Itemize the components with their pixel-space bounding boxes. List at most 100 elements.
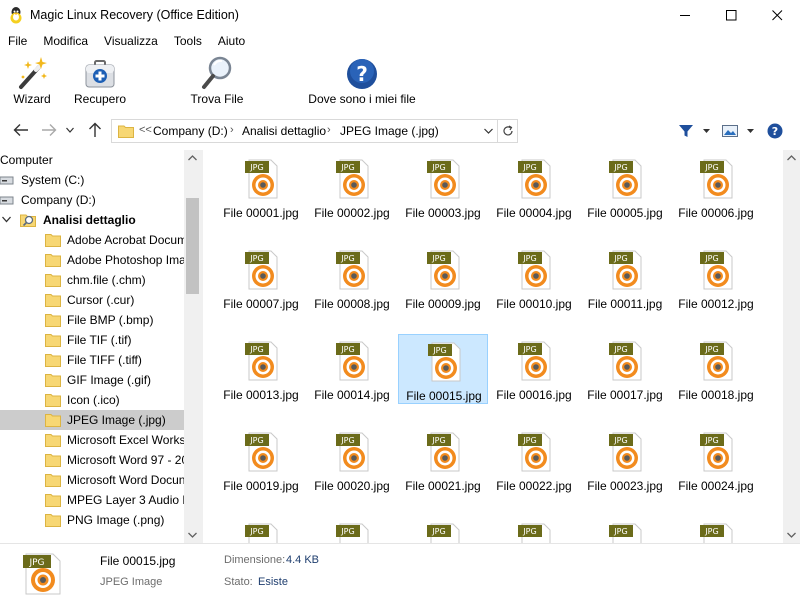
file-item[interactable]: JPG File 00023.jpg: [580, 425, 670, 495]
address-segment-jpeg[interactable]: JPEG Image (.jpg): [340, 124, 439, 138]
tree-item-folder[interactable]: Microsoft Word Docun: [0, 470, 185, 490]
recent-locations-button[interactable]: [61, 122, 79, 138]
view-mode-dropdown-button[interactable]: [744, 121, 756, 141]
tree-item-analisi-dettaglio[interactable]: Analisi dettaglio: [0, 210, 184, 230]
jpg-file-icon: JPG: [700, 341, 733, 381]
maximize-button[interactable]: [708, 0, 754, 31]
tree-item-company-drive[interactable]: Company (D:): [0, 190, 184, 210]
menu-file[interactable]: File: [0, 31, 35, 51]
chevron-down-icon[interactable]: [2, 216, 11, 223]
file-item[interactable]: JPG File 00019.jpg: [216, 425, 306, 495]
recupero-button[interactable]: Recupero: [74, 51, 126, 113]
address-bar[interactable]: << Company (D:) › Analisi dettaglio › JP…: [111, 119, 498, 143]
jpg-file-icon: JPG: [518, 341, 551, 381]
close-button[interactable]: [754, 0, 800, 31]
file-item[interactable]: JPG File 00001.jpg: [216, 152, 306, 222]
tree-item-folder[interactable]: File TIF (.tif): [0, 330, 184, 350]
tree-item-label: MPEG Layer 3 Audio F: [67, 493, 190, 507]
back-button[interactable]: [12, 122, 30, 138]
tree-item-computer[interactable]: Computer: [0, 150, 184, 170]
trova-file-button[interactable]: Trova File: [190, 51, 244, 113]
file-item[interactable]: JPG File 00008.jpg: [307, 243, 397, 313]
file-item[interactable]: JPG File 00006.jpg: [671, 152, 761, 222]
file-item[interactable]: JPG File 00011.jpg: [580, 243, 670, 313]
file-item[interactable]: JPG File 00024.jpg: [671, 425, 761, 495]
file-grid-scrollbar[interactable]: [783, 150, 800, 543]
filter-dropdown-button[interactable]: [700, 121, 712, 141]
address-segment-analisi[interactable]: Analisi dettaglio: [242, 124, 326, 138]
jpg-file-icon: JPG: [336, 341, 369, 381]
file-name: File 00022.jpg: [496, 479, 572, 493]
up-button[interactable]: [86, 122, 104, 138]
tree-item-folder[interactable]: Adobe Photoshop Ima: [0, 250, 186, 270]
file-item[interactable]: JPG File 00003.jpg: [398, 152, 488, 222]
file-item[interactable]: JPG File 00009.jpg: [398, 243, 488, 313]
filter-icon: [679, 125, 693, 137]
jpg-file-icon: JPG: [336, 432, 369, 472]
wizard-wand-icon: [19, 57, 47, 89]
menu-tools[interactable]: Tools: [166, 31, 210, 51]
tree-item-folder[interactable]: PNG Image (.png): [0, 510, 184, 530]
file-name: File 00024.jpg: [678, 479, 754, 493]
tree-item-folder[interactable]: MPEG Layer 3 Audio F: [0, 490, 190, 510]
file-item[interactable]: JPG File 00002.jpg: [307, 152, 397, 222]
tree-item-folder[interactable]: File TIFF (.tiff): [0, 350, 184, 370]
file-item[interactable]: JPG: [307, 516, 397, 543]
tree-item-folder[interactable]: chm.file (.chm): [0, 270, 184, 290]
address-overflow[interactable]: <<: [139, 124, 152, 136]
address-segment-company[interactable]: Company (D:): [153, 124, 228, 138]
file-item[interactable]: JPG: [398, 516, 488, 543]
menu-modifica[interactable]: Modifica: [35, 31, 96, 51]
refresh-button[interactable]: [498, 119, 518, 143]
file-item[interactable]: JPG File 00018.jpg: [671, 334, 761, 404]
tree-item-folder[interactable]: JPEG Image (.jpg): [0, 410, 184, 430]
tree-item-folder[interactable]: File BMP (.bmp): [0, 310, 184, 330]
scroll-up-icon[interactable]: [188, 155, 197, 161]
menu-visualizza[interactable]: Visualizza: [96, 31, 166, 51]
file-item[interactable]: JPG File 00005.jpg: [580, 152, 670, 222]
folder-icon: [45, 434, 61, 447]
file-item[interactable]: JPG: [580, 516, 670, 543]
forward-button[interactable]: [40, 122, 58, 138]
tree-item-folder[interactable]: Icon (.ico): [0, 390, 184, 410]
tree-item-folder[interactable]: Microsoft Word 97 - 20: [0, 450, 188, 470]
file-item[interactable]: JPG File 00022.jpg: [489, 425, 579, 495]
help-small-button[interactable]: ?: [766, 121, 784, 141]
filter-button[interactable]: [676, 121, 696, 141]
scroll-down-icon[interactable]: [787, 532, 796, 538]
file-name: File 00012.jpg: [678, 297, 754, 311]
file-item[interactable]: JPG: [489, 516, 579, 543]
jpg-file-icon: JPG: [427, 250, 460, 290]
view-mode-button[interactable]: [720, 121, 740, 141]
file-item[interactable]: JPG File 00020.jpg: [307, 425, 397, 495]
file-item[interactable]: JPG File 00014.jpg: [307, 334, 397, 404]
minimize-button[interactable]: [662, 0, 708, 31]
file-item[interactable]: JPG File 00016.jpg: [489, 334, 579, 404]
file-item[interactable]: JPG File 00013.jpg: [216, 334, 306, 404]
file-item[interactable]: JPG File 00007.jpg: [216, 243, 306, 313]
scroll-up-icon[interactable]: [787, 155, 796, 161]
file-type-badge: JPG: [432, 346, 446, 355]
tree-item-folder[interactable]: Cursor (.cur): [0, 290, 184, 310]
file-item[interactable]: JPG File 00010.jpg: [489, 243, 579, 313]
tree-item-folder[interactable]: Microsoft Excel Works: [0, 430, 185, 450]
wizard-button[interactable]: Wizard: [10, 51, 54, 113]
file-item[interactable]: JPG File 00021.jpg: [398, 425, 488, 495]
address-dropdown-button[interactable]: [478, 119, 498, 143]
folder-icon: [45, 334, 61, 347]
file-item[interactable]: JPG: [671, 516, 761, 543]
jpg-file-icon: JPG: [245, 341, 278, 381]
file-item[interactable]: JPG: [216, 516, 306, 543]
menu-aiuto[interactable]: Aiuto: [210, 31, 253, 51]
tree-item-folder[interactable]: Adobe Acrobat Docum: [0, 230, 187, 250]
help-button[interactable]: ? Dove sono i miei file: [306, 51, 418, 113]
tree-item-folder[interactable]: GIF Image (.gif): [0, 370, 184, 390]
tree-item-system-drive[interactable]: System (C:): [0, 170, 184, 190]
file-item[interactable]: JPG File 00017.jpg: [580, 334, 670, 404]
help-question-icon: ?: [347, 59, 377, 89]
file-item[interactable]: JPG File 00012.jpg: [671, 243, 761, 313]
tree-scroll-thumb[interactable]: [186, 198, 199, 294]
file-item[interactable]: JPG File 00015.jpg: [398, 334, 488, 404]
file-item[interactable]: JPG File 00004.jpg: [489, 152, 579, 222]
scroll-down-icon[interactable]: [188, 532, 197, 538]
